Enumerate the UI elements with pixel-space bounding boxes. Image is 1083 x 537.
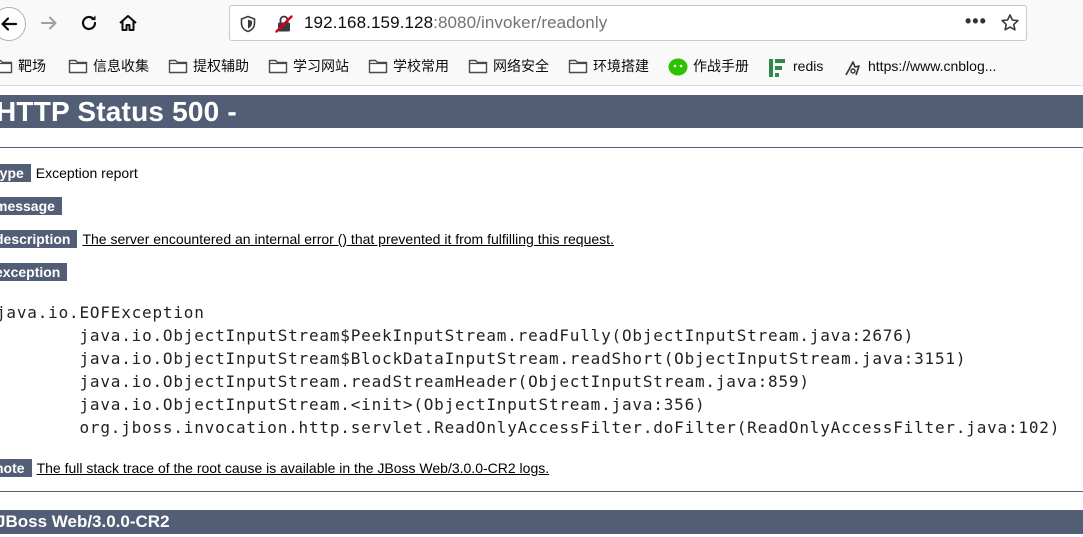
arrow-right-icon bbox=[41, 16, 57, 30]
message-row: message bbox=[0, 197, 67, 215]
bookmark-label: redis bbox=[793, 58, 824, 74]
reload-icon bbox=[81, 15, 97, 31]
exception-label: exception bbox=[0, 263, 68, 281]
stack-trace: java.io.EOFException java.io.ObjectInput… bbox=[0, 303, 1061, 437]
bookmark-folder-0[interactable]: 靶场 bbox=[0, 55, 46, 77]
message-label: message bbox=[0, 197, 62, 215]
page-title: HTTP Status 500 - bbox=[0, 96, 237, 127]
folder-icon bbox=[468, 58, 488, 74]
bookmark-folder-2[interactable]: 提权辅助 bbox=[168, 55, 249, 77]
forward-button[interactable] bbox=[33, 7, 65, 39]
wechat-icon bbox=[668, 58, 688, 76]
folder-icon bbox=[368, 58, 388, 74]
bookmark-label: https://www.cnblog... bbox=[868, 58, 997, 74]
bookmark-link-8[interactable]: redis bbox=[768, 55, 823, 77]
bookmark-folder-3[interactable]: 学习网站 bbox=[268, 55, 349, 77]
url-path: :8080/invoker/readonly bbox=[433, 13, 608, 32]
bookmark-label: 学校常用 bbox=[393, 58, 449, 74]
divider bbox=[0, 491, 1083, 492]
url-host: 192.168.159.128 bbox=[304, 13, 434, 32]
note-label: note bbox=[0, 459, 32, 477]
reload-button[interactable] bbox=[73, 7, 105, 39]
error-page: HTTP Status 500 - type Exception report … bbox=[0, 87, 1083, 537]
cnblogs-icon bbox=[843, 58, 863, 76]
bookmark-label: 环境搭建 bbox=[593, 58, 649, 74]
server-footer-bar: JBoss Web/3.0.0-CR2 bbox=[0, 510, 1083, 534]
url-text[interactable]: 192.168.159.128:8080/invoker/readonly bbox=[304, 13, 607, 33]
folder-icon bbox=[0, 58, 13, 74]
bookmark-label: 提权辅助 bbox=[193, 58, 249, 74]
tracking-protection-shield-icon[interactable] bbox=[239, 15, 257, 38]
bookmark-folder-6[interactable]: 环境搭建 bbox=[568, 55, 649, 77]
bookmark-label: 学习网站 bbox=[293, 58, 349, 74]
back-button[interactable] bbox=[0, 7, 26, 41]
type-label: type bbox=[0, 164, 31, 182]
folder-icon bbox=[68, 58, 88, 74]
bookmark-label: 靶场 bbox=[18, 58, 46, 74]
arrow-left-icon bbox=[1, 17, 18, 31]
description-label: description bbox=[0, 230, 78, 248]
bookmark-star-icon[interactable] bbox=[1000, 13, 1020, 38]
type-value: Exception report bbox=[35, 165, 138, 181]
bookmark-label: 信息收集 bbox=[93, 58, 149, 74]
note-value: The full stack trace of the root cause i… bbox=[36, 460, 550, 476]
folder-icon bbox=[568, 58, 588, 74]
folder-icon bbox=[268, 58, 288, 74]
type-row: type Exception report bbox=[0, 164, 138, 182]
bookmark-folder-5[interactable]: 网络安全 bbox=[468, 55, 549, 77]
exception-row: exception bbox=[0, 263, 72, 281]
redis-icon bbox=[768, 58, 788, 77]
address-bar[interactable]: 192.168.159.128:8080/invoker/readonly ••… bbox=[229, 5, 1027, 41]
bookmarks-toolbar: 靶场 信息收集 提权辅助 学习网站 学校常用 网络安全 环境搭建 作战手册 re… bbox=[0, 46, 1083, 86]
bookmark-folder-1[interactable]: 信息收集 bbox=[68, 55, 149, 77]
home-button[interactable] bbox=[112, 7, 144, 39]
bookmark-link-7[interactable]: 作战手册 bbox=[668, 55, 749, 77]
bookmark-label: 作战手册 bbox=[693, 58, 749, 74]
server-footer: JBoss Web/3.0.0-CR2 bbox=[0, 512, 170, 531]
note-row: note The full stack trace of the root ca… bbox=[0, 459, 549, 477]
browser-toolbar: 192.168.159.128:8080/invoker/readonly ••… bbox=[0, 0, 1083, 46]
bookmark-folder-4[interactable]: 学校常用 bbox=[368, 55, 449, 77]
divider bbox=[0, 147, 1083, 148]
insecure-connection-icon[interactable] bbox=[274, 14, 294, 39]
description-value: The server encountered an internal error… bbox=[82, 231, 614, 247]
bookmark-label: 网络安全 bbox=[493, 58, 549, 74]
bookmark-link-9[interactable]: https://www.cnblog... bbox=[843, 55, 996, 77]
page-title-bar: HTTP Status 500 - bbox=[0, 95, 1083, 128]
home-icon bbox=[119, 15, 137, 31]
folder-icon bbox=[168, 58, 188, 74]
description-row: description The server encountered an in… bbox=[0, 230, 614, 248]
page-actions-more-icon[interactable]: ••• bbox=[965, 11, 987, 32]
